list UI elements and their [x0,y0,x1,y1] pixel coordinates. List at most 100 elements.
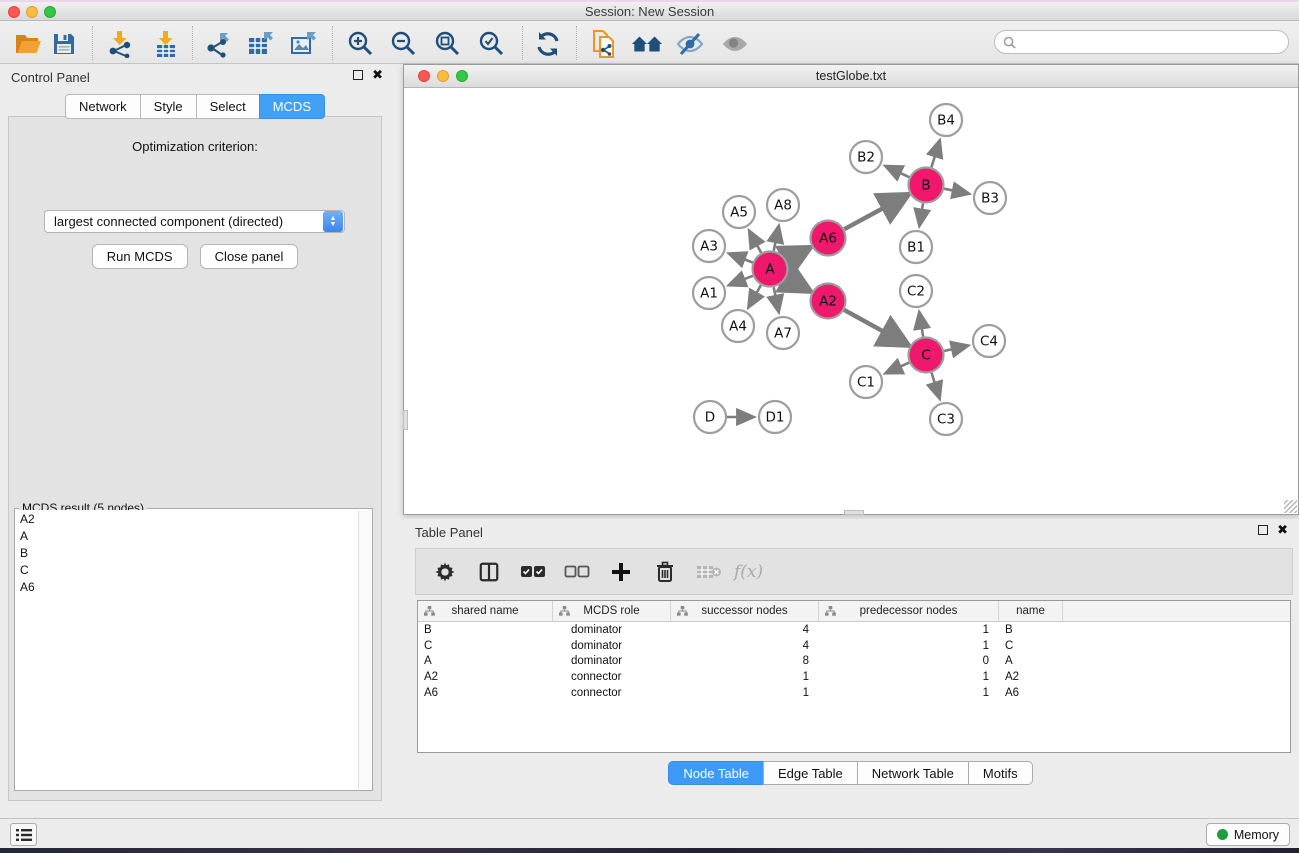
table-row[interactable]: Adominator80A [418,654,1290,670]
table-row[interactable]: Cdominator41C [418,638,1290,654]
tab-select[interactable]: Select [196,94,260,119]
search-field[interactable] [994,30,1289,54]
show-details-icon[interactable] [719,28,751,60]
graph-node-B3[interactable]: B3 [974,182,1006,214]
zoom-selected-icon[interactable] [476,28,508,60]
splitter-handle[interactable] [844,510,864,515]
tab-network[interactable]: Network [65,94,141,119]
graph-edge[interactable] [844,310,905,344]
search-input[interactable] [1016,32,1288,52]
graph-node-C2[interactable]: C2 [900,275,932,307]
delete-column-icon[interactable] [650,557,680,587]
column-header-successor-nodes[interactable]: successor nodes [671,601,819,621]
close-panel-button[interactable]: Close panel [200,244,299,269]
graph-node-B1[interactable]: B1 [900,231,932,263]
graph-node-A4[interactable]: A4 [722,310,754,342]
graph-node-D[interactable]: D [694,401,726,433]
result-list-item[interactable]: A6 [16,578,358,595]
graph-edge[interactable] [730,254,753,263]
refresh-layout-icon[interactable] [532,28,564,60]
graph-edge[interactable] [931,141,939,167]
function-builder-icon[interactable]: f(x) [734,562,763,582]
graph-node-C1[interactable]: C1 [850,366,882,398]
graph-edge[interactable] [886,363,909,373]
run-mcds-button[interactable]: Run MCDS [92,244,188,269]
import-table-icon[interactable] [150,28,182,60]
export-table-icon[interactable] [245,28,277,60]
graph-node-A5[interactable]: A5 [723,196,755,228]
export-image-icon[interactable] [288,28,320,60]
result-scrollbar[interactable] [358,510,371,789]
result-list-item[interactable]: C [16,561,358,578]
mcds-result-list[interactable]: A2ABCA6 [16,510,358,789]
graph-edge[interactable] [750,231,762,252]
tab-style[interactable]: Style [140,94,197,119]
graph-node-A7[interactable]: A7 [767,317,799,349]
column-header-name[interactable]: name [999,601,1063,621]
tab-node-table[interactable]: Node Table [668,761,764,785]
graph-edge[interactable] [932,373,940,398]
hide-details-icon[interactable] [674,28,706,60]
column-header-mcds-role[interactable]: MCDS role [553,601,671,621]
graph-edge[interactable] [774,227,779,251]
graph-edge[interactable] [944,346,967,351]
table-row[interactable]: A6connector11A6 [418,685,1290,701]
gear-icon[interactable] [430,557,460,587]
clone-network-icon[interactable] [589,28,621,60]
graph-node-A6[interactable]: A6 [811,221,846,256]
close-panel-icon[interactable]: ✖ [372,70,383,80]
network-window-titlebar[interactable]: testGlobe.txt [404,65,1298,88]
optimization-criterion-dropdown[interactable]: largest connected component (directed) ▲… [44,210,345,233]
graph-edge[interactable] [774,287,779,311]
graph-node-B[interactable]: B [909,168,944,203]
result-list-item[interactable]: A [16,527,358,544]
splitter-handle[interactable] [403,410,408,430]
graph-edge[interactable] [920,203,924,225]
graph-edge[interactable] [886,166,909,177]
network-canvas[interactable]: AA1A2A3A4A5A6A7A8BB1B2B3B4CC1C2C3C4DD1 [404,88,1298,514]
float-panel-icon[interactable] [353,70,363,80]
zoom-out-icon[interactable] [388,28,420,60]
zoom-fit-icon[interactable] [432,28,464,60]
graph-edge[interactable] [944,189,968,194]
task-history-button[interactable] [10,823,37,846]
resize-grip[interactable] [1284,500,1297,513]
graph-node-A1[interactable]: A1 [693,277,725,309]
graph-edge[interactable] [786,249,807,260]
graph-node-C4[interactable]: C4 [973,325,1005,357]
result-list-item[interactable]: B [16,544,358,561]
graph-edge[interactable] [844,196,905,229]
graph-edge[interactable] [749,285,761,307]
graph-edge[interactable] [919,313,923,337]
close-panel-icon[interactable]: ✖ [1277,525,1288,535]
graph-node-B4[interactable]: B4 [930,104,962,136]
table-row[interactable]: A2connector11A2 [418,669,1290,685]
save-session-icon[interactable] [48,28,80,60]
graph-node-B2[interactable]: B2 [850,141,882,173]
open-file-icon[interactable] [12,28,44,60]
graph-node-C3[interactable]: C3 [930,403,962,435]
tab-network-table[interactable]: Network Table [857,761,969,785]
column-header-shared-name[interactable]: shared name [418,601,553,621]
import-network-icon[interactable] [104,28,136,60]
graph-node-A2[interactable]: A2 [811,284,846,319]
graph-edge[interactable] [729,276,752,285]
graph-edge[interactable] [786,278,807,290]
column-header-predecessor-nodes[interactable]: predecessor nodes [819,601,999,621]
graph-node-A3[interactable]: A3 [693,230,725,262]
graph-node-D1[interactable]: D1 [759,401,791,433]
tab-mcds[interactable]: MCDS [259,94,325,119]
network-graph[interactable]: AA1A2A3A4A5A6A7A8BB1B2B3B4CC1C2C3C4DD1 [404,88,1298,514]
export-network-icon[interactable] [202,28,234,60]
graph-node-A8[interactable]: A8 [767,189,799,221]
graph-node-A[interactable]: A [753,252,788,287]
tab-edge-table[interactable]: Edge Table [763,761,858,785]
memory-button[interactable]: Memory [1206,823,1290,846]
deselect-all-icon[interactable] [562,557,592,587]
columns-icon[interactable] [474,557,504,587]
add-column-icon[interactable] [606,557,636,587]
zoom-in-icon[interactable] [345,28,377,60]
float-panel-icon[interactable] [1258,525,1268,535]
delete-table-icon[interactable] [694,557,724,587]
result-list-item[interactable]: A2 [16,510,358,527]
